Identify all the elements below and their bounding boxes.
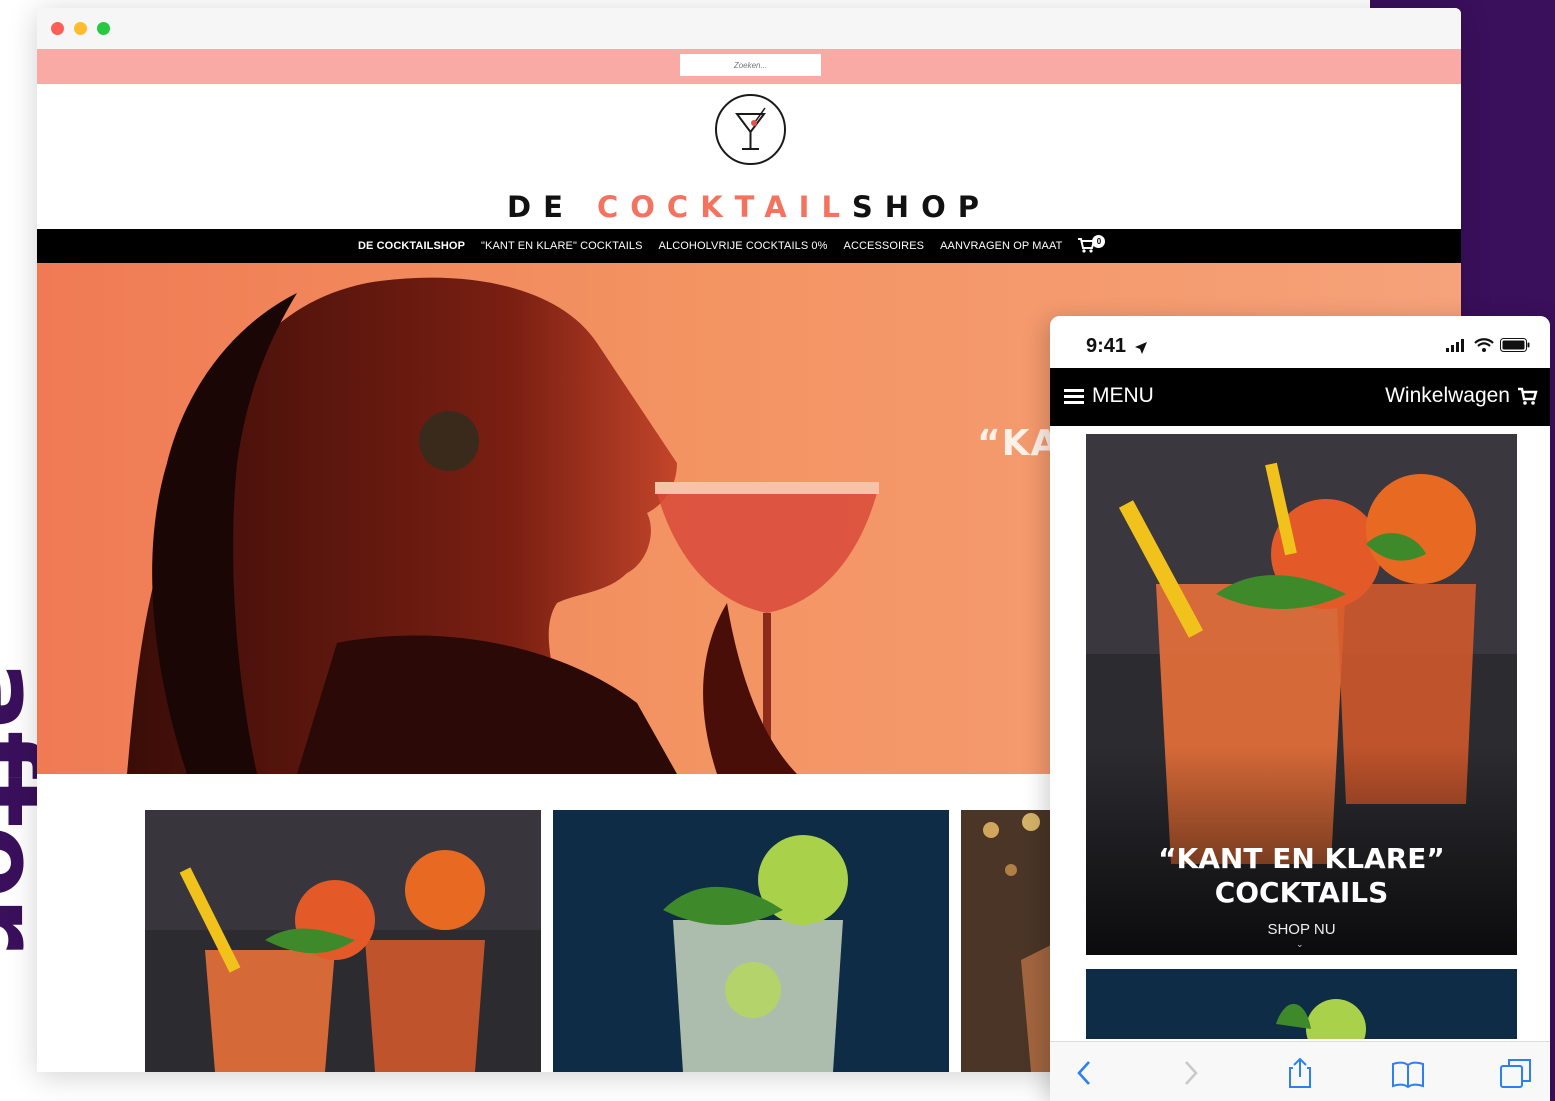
category-tile-alcoholvrij[interactable]	[553, 810, 949, 1072]
top-search-bar	[37, 49, 1461, 84]
nav-item-kant-en-klare[interactable]: "KANT EN KLARE" COCKTAILS	[481, 240, 643, 252]
nav-item-alcoholvrije[interactable]: ALCOHOLVRIJE COCKTAILS 0%	[659, 240, 828, 252]
hamburger-icon	[1064, 389, 1084, 404]
share-icon[interactable]	[1283, 1056, 1317, 1090]
category-tile-accessoires[interactable]	[961, 810, 1061, 1072]
product-card-kant-en-klare[interactable]: “KANT EN KLARE” COCKTAILS SHOP NU ⌄	[1086, 434, 1517, 955]
nav-item-de-cocktailshop[interactable]: DE COCKTAILSHOP	[358, 240, 465, 252]
phone-status-bar: 9:41	[1050, 316, 1550, 368]
browser-titlebar	[37, 8, 1461, 49]
status-time: 9:41	[1086, 335, 1127, 357]
mobile-device: 9:41 MENU Winkelwagen “KANT EN KLARE” CO…	[1050, 316, 1550, 1101]
hero-headline: “KA	[977, 423, 1060, 464]
menu-button[interactable]: MENU	[1064, 384, 1154, 408]
mojito-image	[553, 810, 949, 1072]
bar-bokeh-image	[961, 810, 1061, 1072]
card-title-line2: COCKTAILS	[1214, 876, 1389, 909]
product-card-alcoholvrij[interactable]	[1086, 969, 1517, 1039]
menu-label: MENU	[1092, 384, 1154, 407]
battery-icon	[1500, 338, 1530, 352]
card-title-line1: “KANT EN KLARE”	[1158, 842, 1445, 875]
signal-icon	[1446, 338, 1464, 352]
nav-item-accessoires[interactable]: ACCESSOIRES	[844, 240, 925, 252]
cart-count-badge: 0	[1092, 235, 1106, 248]
minimize-window-button[interactable]	[74, 22, 87, 35]
forward-icon[interactable]	[1173, 1056, 1207, 1090]
brand-title: DE COCKTAILSHOP	[37, 190, 1461, 224]
bookmarks-icon[interactable]	[1391, 1056, 1425, 1090]
safari-toolbar	[1050, 1041, 1550, 1101]
martini-logo-icon[interactable]	[715, 94, 786, 165]
brand-title-part3: SHOP	[851, 190, 991, 224]
main-nav: DE COCKTAILSHOP "KANT EN KLARE" COCKTAIL…	[37, 229, 1461, 263]
brand-title-part1: DE	[507, 190, 597, 224]
cart-icon	[1518, 387, 1538, 405]
mojito-image	[1086, 969, 1517, 1039]
location-arrow-icon	[1135, 342, 1147, 354]
nav-item-aanvragen[interactable]: AANVRAGEN OP MAAT	[940, 240, 1062, 252]
winkelwagen-label: Winkelwagen	[1385, 384, 1510, 407]
brand-title-part2: COCKTAIL	[596, 190, 852, 224]
search-input[interactable]	[680, 54, 821, 76]
tabs-icon[interactable]	[1499, 1056, 1533, 1090]
logo-area: DE COCKTAILSHOP	[37, 84, 1461, 229]
card-title: “KANT EN KLARE” COCKTAILS	[1086, 842, 1517, 910]
maximize-window-button[interactable]	[97, 22, 110, 35]
mobile-header: MENU Winkelwagen	[1050, 368, 1550, 426]
wifi-icon	[1474, 338, 1494, 352]
orange-cocktail-image	[145, 810, 541, 1072]
shop-nu-link[interactable]: SHOP NU	[1086, 921, 1517, 938]
close-window-button[interactable]	[51, 22, 64, 35]
category-tile-cocktails[interactable]	[145, 810, 541, 1072]
winkelwagen-button[interactable]: Winkelwagen	[1385, 384, 1538, 408]
back-icon[interactable]	[1068, 1056, 1102, 1090]
chevron-down-icon: ⌄	[1296, 939, 1304, 949]
stage: after DE COCKTAILSHOP	[0, 0, 1555, 1101]
nav-cart-button[interactable]: 0	[1078, 235, 1106, 255]
